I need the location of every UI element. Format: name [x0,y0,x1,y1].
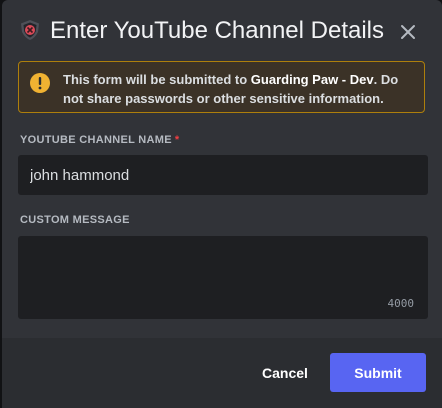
modal-footer: Cancel Submit [2,338,442,408]
custom-message-label: Custom Message [20,214,130,226]
submit-button[interactable]: Submit [330,353,426,392]
channel-name-label-text: YouTube Channel Name [20,134,172,146]
modal-header: Enter YouTube Channel Details [2,0,442,62]
custom-message-input[interactable] [18,236,428,319]
modal-dialog: Enter YouTube Channel Details This form … [2,0,442,408]
channel-name-label: YouTube Channel Name * [20,134,179,146]
warning-text: This form will be submitted to Guarding … [63,70,419,108]
app-avatar-icon [19,19,41,41]
channel-name-input[interactable] [18,155,428,195]
modal-title: Enter YouTube Channel Details [50,17,385,44]
custom-message-container: 4000 [18,236,428,319]
required-marker: * [174,134,180,146]
exclamation-icon [29,72,51,94]
warning-text-prefix: This form will be submitted to [63,72,251,87]
warning-notice: This form will be submitted to Guarding … [18,61,425,113]
close-icon[interactable] [396,20,420,44]
character-count: 4000 [387,297,415,310]
cancel-button[interactable]: Cancel [245,354,325,392]
warning-app-name: Guarding Paw - Dev [250,72,374,87]
